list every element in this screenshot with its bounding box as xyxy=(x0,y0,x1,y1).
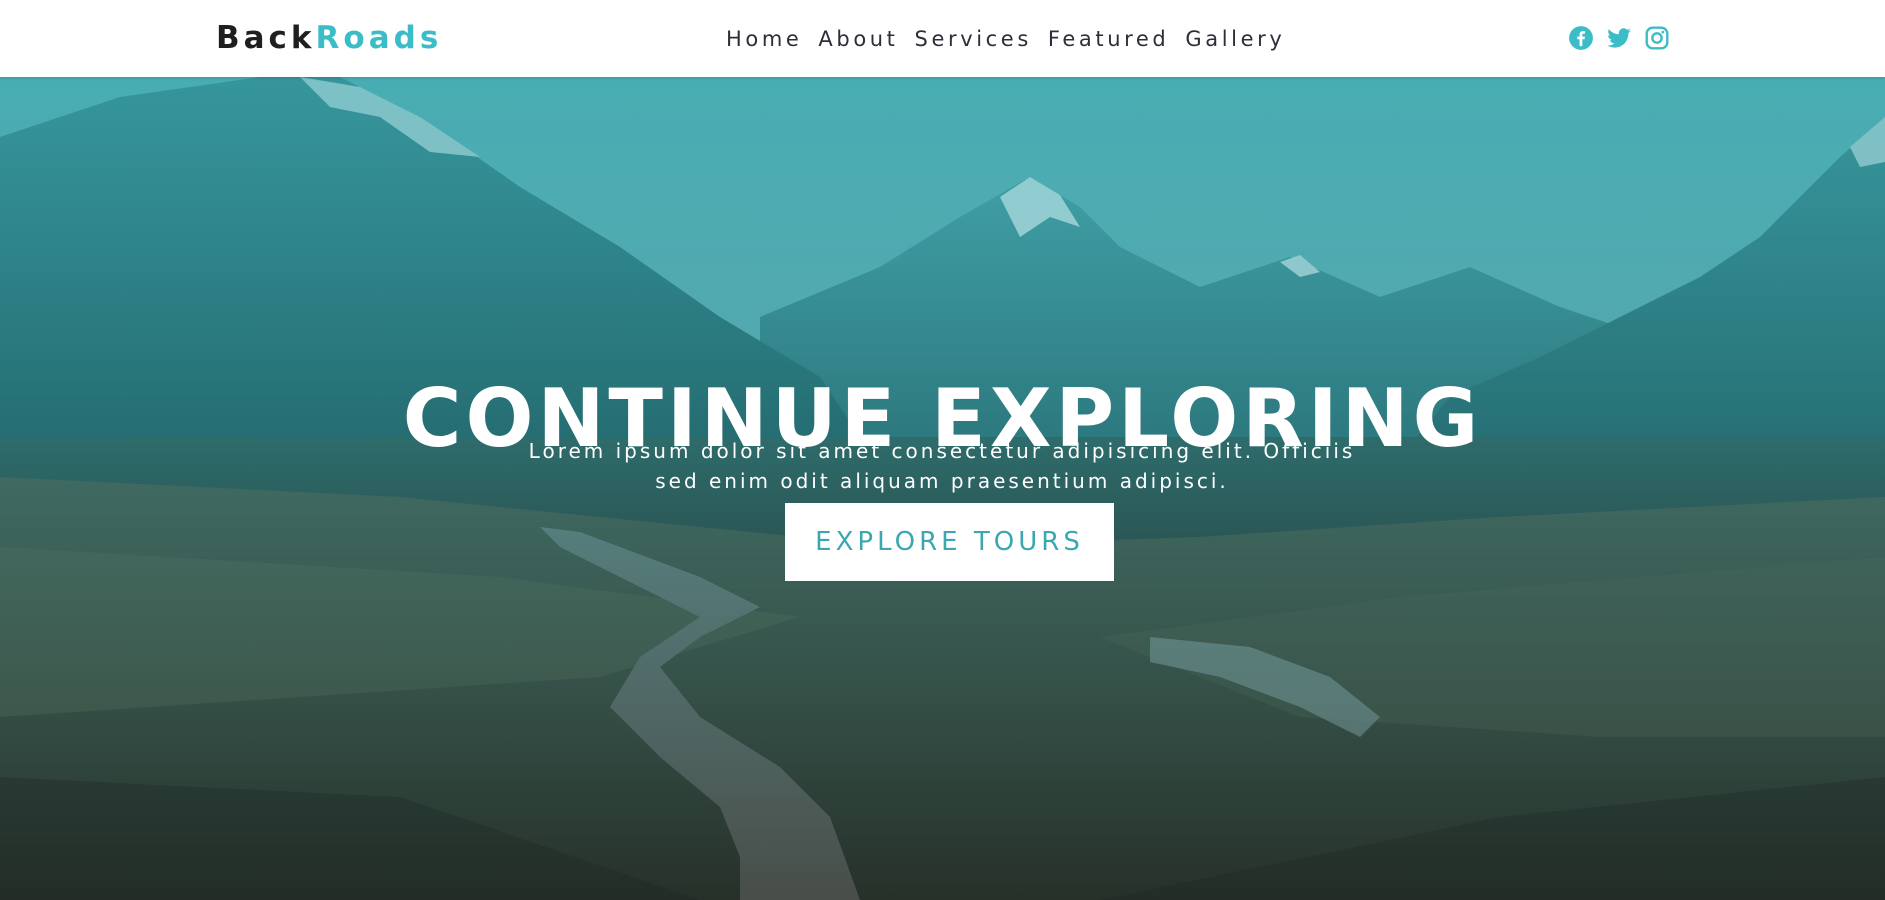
instagram-icon[interactable] xyxy=(1644,25,1670,51)
facebook-icon[interactable] xyxy=(1568,25,1594,51)
hero-subtitle: Lorem ipsum dolor sit amet consectetur a… xyxy=(528,439,1356,493)
brand-logo[interactable]: BackRoads xyxy=(216,19,442,57)
explore-tours-button[interactable]: EXPLORE TOURS xyxy=(785,503,1114,581)
hero-section: CONTINUE EXPLORING Lorem ipsum dolor sit… xyxy=(0,77,1885,900)
nav-link-featured[interactable]: Featured xyxy=(1048,25,1170,53)
navbar: BackRoads Home About Services Featured G… xyxy=(0,0,1885,77)
social-links xyxy=(1568,25,1670,51)
nav-links: Home About Services Featured Gallery xyxy=(726,25,1301,53)
twitter-icon[interactable] xyxy=(1606,25,1632,51)
nav-link-home[interactable]: Home xyxy=(726,25,802,53)
nav-link-services[interactable]: Services xyxy=(915,25,1032,53)
nav-link-gallery[interactable]: Gallery xyxy=(1185,25,1285,53)
nav-link-about[interactable]: About xyxy=(818,25,898,53)
brand-logo-part1: Back xyxy=(216,20,316,56)
brand-logo-part2: Roads xyxy=(315,20,443,56)
